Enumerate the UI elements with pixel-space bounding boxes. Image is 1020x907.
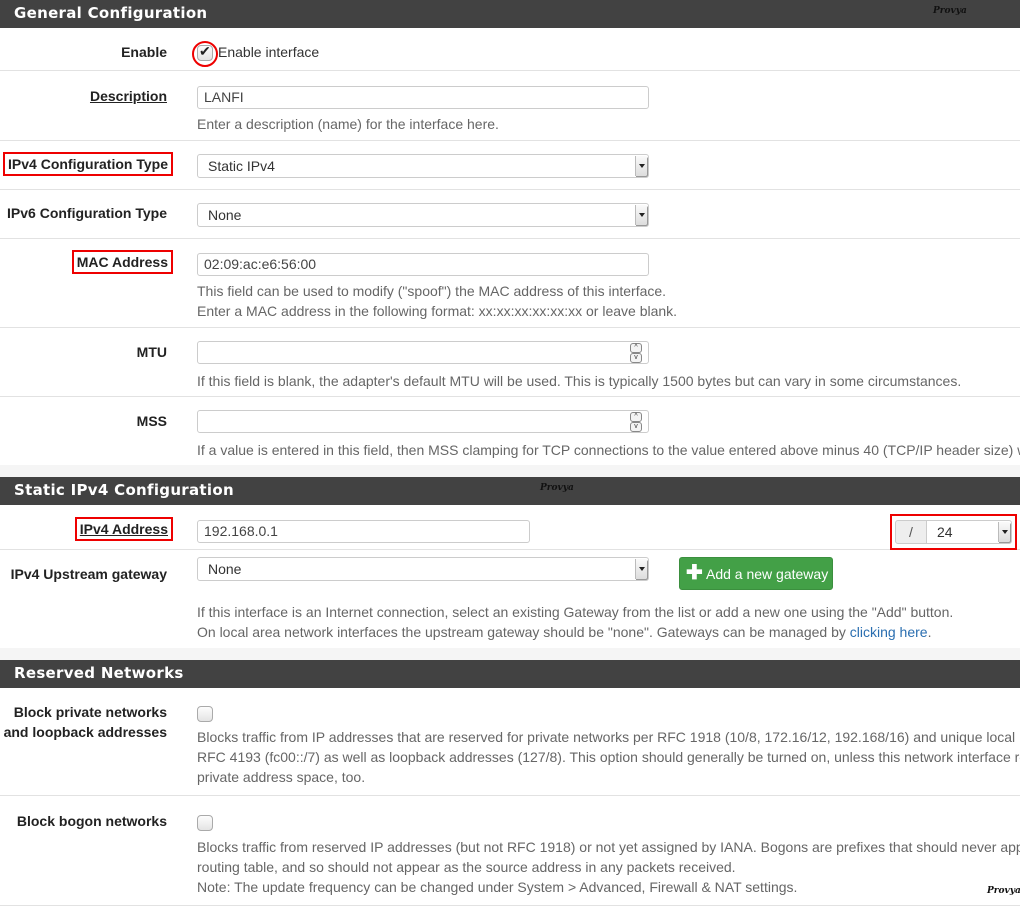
general-configuration-header: General Configuration Provya xyxy=(0,0,1020,28)
mss-input[interactable]: ^ v xyxy=(197,410,649,433)
mac-help-line2: Enter a MAC address in the following for… xyxy=(197,303,678,319)
help-text: . xyxy=(927,624,932,640)
dropdown-arrow-icon xyxy=(998,522,1010,542)
mss-spinner[interactable]: ^ v xyxy=(630,412,642,432)
block-bogon-help-line3: Note: The update frequency can be change… xyxy=(197,879,798,895)
mac-help-line1: This field can be used to modify ("spoof… xyxy=(197,283,667,299)
description-label[interactable]: Description xyxy=(90,86,167,106)
ipv4-type-select[interactable]: Static IPv4 xyxy=(197,154,649,178)
mac-address-input[interactable]: 02:09:ac:e6:56:00 xyxy=(197,253,649,276)
watermark-logo: Provya xyxy=(540,483,574,493)
ipv4-type-value: Static IPv4 xyxy=(208,158,275,174)
block-private-help-line2: RFC 4193 (fc00::/7) as well as loopback … xyxy=(197,749,1020,765)
dropdown-arrow-icon xyxy=(635,156,647,176)
gateway-select[interactable]: None xyxy=(197,557,649,581)
plus-icon: ✚ xyxy=(686,562,703,584)
add-gateway-button[interactable]: ✚ Add a new gateway xyxy=(679,557,833,590)
label-line: and loopback addresses xyxy=(3,724,167,740)
section-gap xyxy=(0,465,1020,477)
subnet-prefix-group: / 24 xyxy=(890,514,1017,550)
spin-down-icon[interactable]: v xyxy=(630,422,642,432)
section-gap xyxy=(0,648,1020,660)
enable-interface-label[interactable]: Enable interface xyxy=(218,42,319,62)
mss-row: MSS ^ v If a value is entered in this fie… xyxy=(0,397,1020,465)
block-bogon-row: Block bogon networks Blocks traffic from… xyxy=(0,796,1020,906)
reserved-networks-header: Reserved Networks xyxy=(0,660,1020,688)
section-title: Static IPv4 Configuration xyxy=(14,481,234,499)
ipv6-type-value: None xyxy=(208,207,242,223)
add-gateway-label: Add a new gateway xyxy=(706,566,829,582)
ipv4-address-row: IPv4 Address 192.168.0.1 xyxy=(0,505,1020,550)
mtu-label: MTU xyxy=(136,344,167,360)
dropdown-arrow-icon xyxy=(635,205,647,225)
ipv6-type-label: IPv6 Configuration Type xyxy=(7,205,167,221)
subnet-prefix-select[interactable]: 24 xyxy=(926,520,1012,544)
section-title: Reserved Networks xyxy=(14,664,184,682)
dropdown-arrow-icon xyxy=(635,559,647,579)
gateway-help-line2: On local area network interfaces the ups… xyxy=(197,622,931,642)
mac-row: MAC Address 02:09:ac:e6:56:00 This field… xyxy=(0,239,1020,328)
block-private-help-line3: private address space, too. xyxy=(197,769,366,785)
description-row: Description LANFI Enter a description (n… xyxy=(0,71,1020,141)
ipv6-type-row: IPv6 Configuration Type None xyxy=(0,190,1020,239)
block-private-label: Block private networks and loopback addre… xyxy=(4,702,167,742)
block-private-help-line1: Blocks traffic from IP addresses that ar… xyxy=(197,729,1016,745)
static-ipv4-header: Static IPv4 Configuration Provya xyxy=(0,477,1020,505)
description-help: Enter a description (name) for the inter… xyxy=(197,116,499,132)
gateway-help-line1: If this interface is an Internet connect… xyxy=(197,604,954,620)
ipv4-type-row: IPv4 Configuration Type Static IPv4 xyxy=(0,141,1020,190)
mtu-help: If this field is blank, the adapter's de… xyxy=(197,373,962,389)
spin-up-icon[interactable]: ^ xyxy=(630,343,642,353)
watermark-logo: Provya xyxy=(987,886,1020,896)
section-title: General Configuration xyxy=(14,4,208,22)
block-private-row: Block private networks and loopback addre… xyxy=(0,688,1020,796)
gateway-value: None xyxy=(208,561,242,577)
enable-row: Enable Enable interface xyxy=(0,28,1020,71)
spin-down-icon[interactable]: v xyxy=(630,353,642,363)
ipv4-address-input[interactable]: 192.168.0.1 xyxy=(197,520,530,543)
mtu-row: MTU ^ v If this field is blank, the adapt… xyxy=(0,328,1020,397)
spin-up-icon[interactable]: ^ xyxy=(630,412,642,422)
description-input[interactable]: LANFI xyxy=(197,86,649,109)
mss-help: If a value is entered in this field, the… xyxy=(197,442,1020,458)
ipv6-type-select[interactable]: None xyxy=(197,203,649,227)
slash-addon: / xyxy=(895,520,927,544)
gateway-row: IPv4 Upstream gateway None If this inter… xyxy=(0,550,1020,648)
help-text: On local area network interfaces the ups… xyxy=(197,624,850,640)
mac-address-label: MAC Address xyxy=(71,250,174,274)
gateways-link[interactable]: clicking here xyxy=(850,624,928,640)
gateway-label: IPv4 Upstream gateway xyxy=(10,566,167,582)
watermark-logo: Provya xyxy=(933,6,967,16)
block-private-checkbox[interactable] xyxy=(197,706,213,722)
label-line: Block private networks xyxy=(13,704,167,720)
block-bogon-help-line1: Blocks traffic from reserved IP addresse… xyxy=(197,839,1020,855)
ipv4-type-label: IPv4 Configuration Type xyxy=(3,152,173,176)
block-bogon-checkbox[interactable] xyxy=(197,815,213,831)
highlight-circle xyxy=(192,41,218,67)
block-bogon-label: Block bogon networks xyxy=(16,813,167,829)
mtu-input[interactable]: ^ v xyxy=(197,341,649,364)
mss-label: MSS xyxy=(136,413,167,429)
enable-label: Enable xyxy=(121,44,167,60)
block-bogon-help-line2: routing table, and so should not appear … xyxy=(197,859,736,875)
ipv4-address-label[interactable]: IPv4 Address xyxy=(74,517,174,541)
mtu-spinner[interactable]: ^ v xyxy=(630,343,642,363)
subnet-prefix-value: 24 xyxy=(937,524,953,540)
